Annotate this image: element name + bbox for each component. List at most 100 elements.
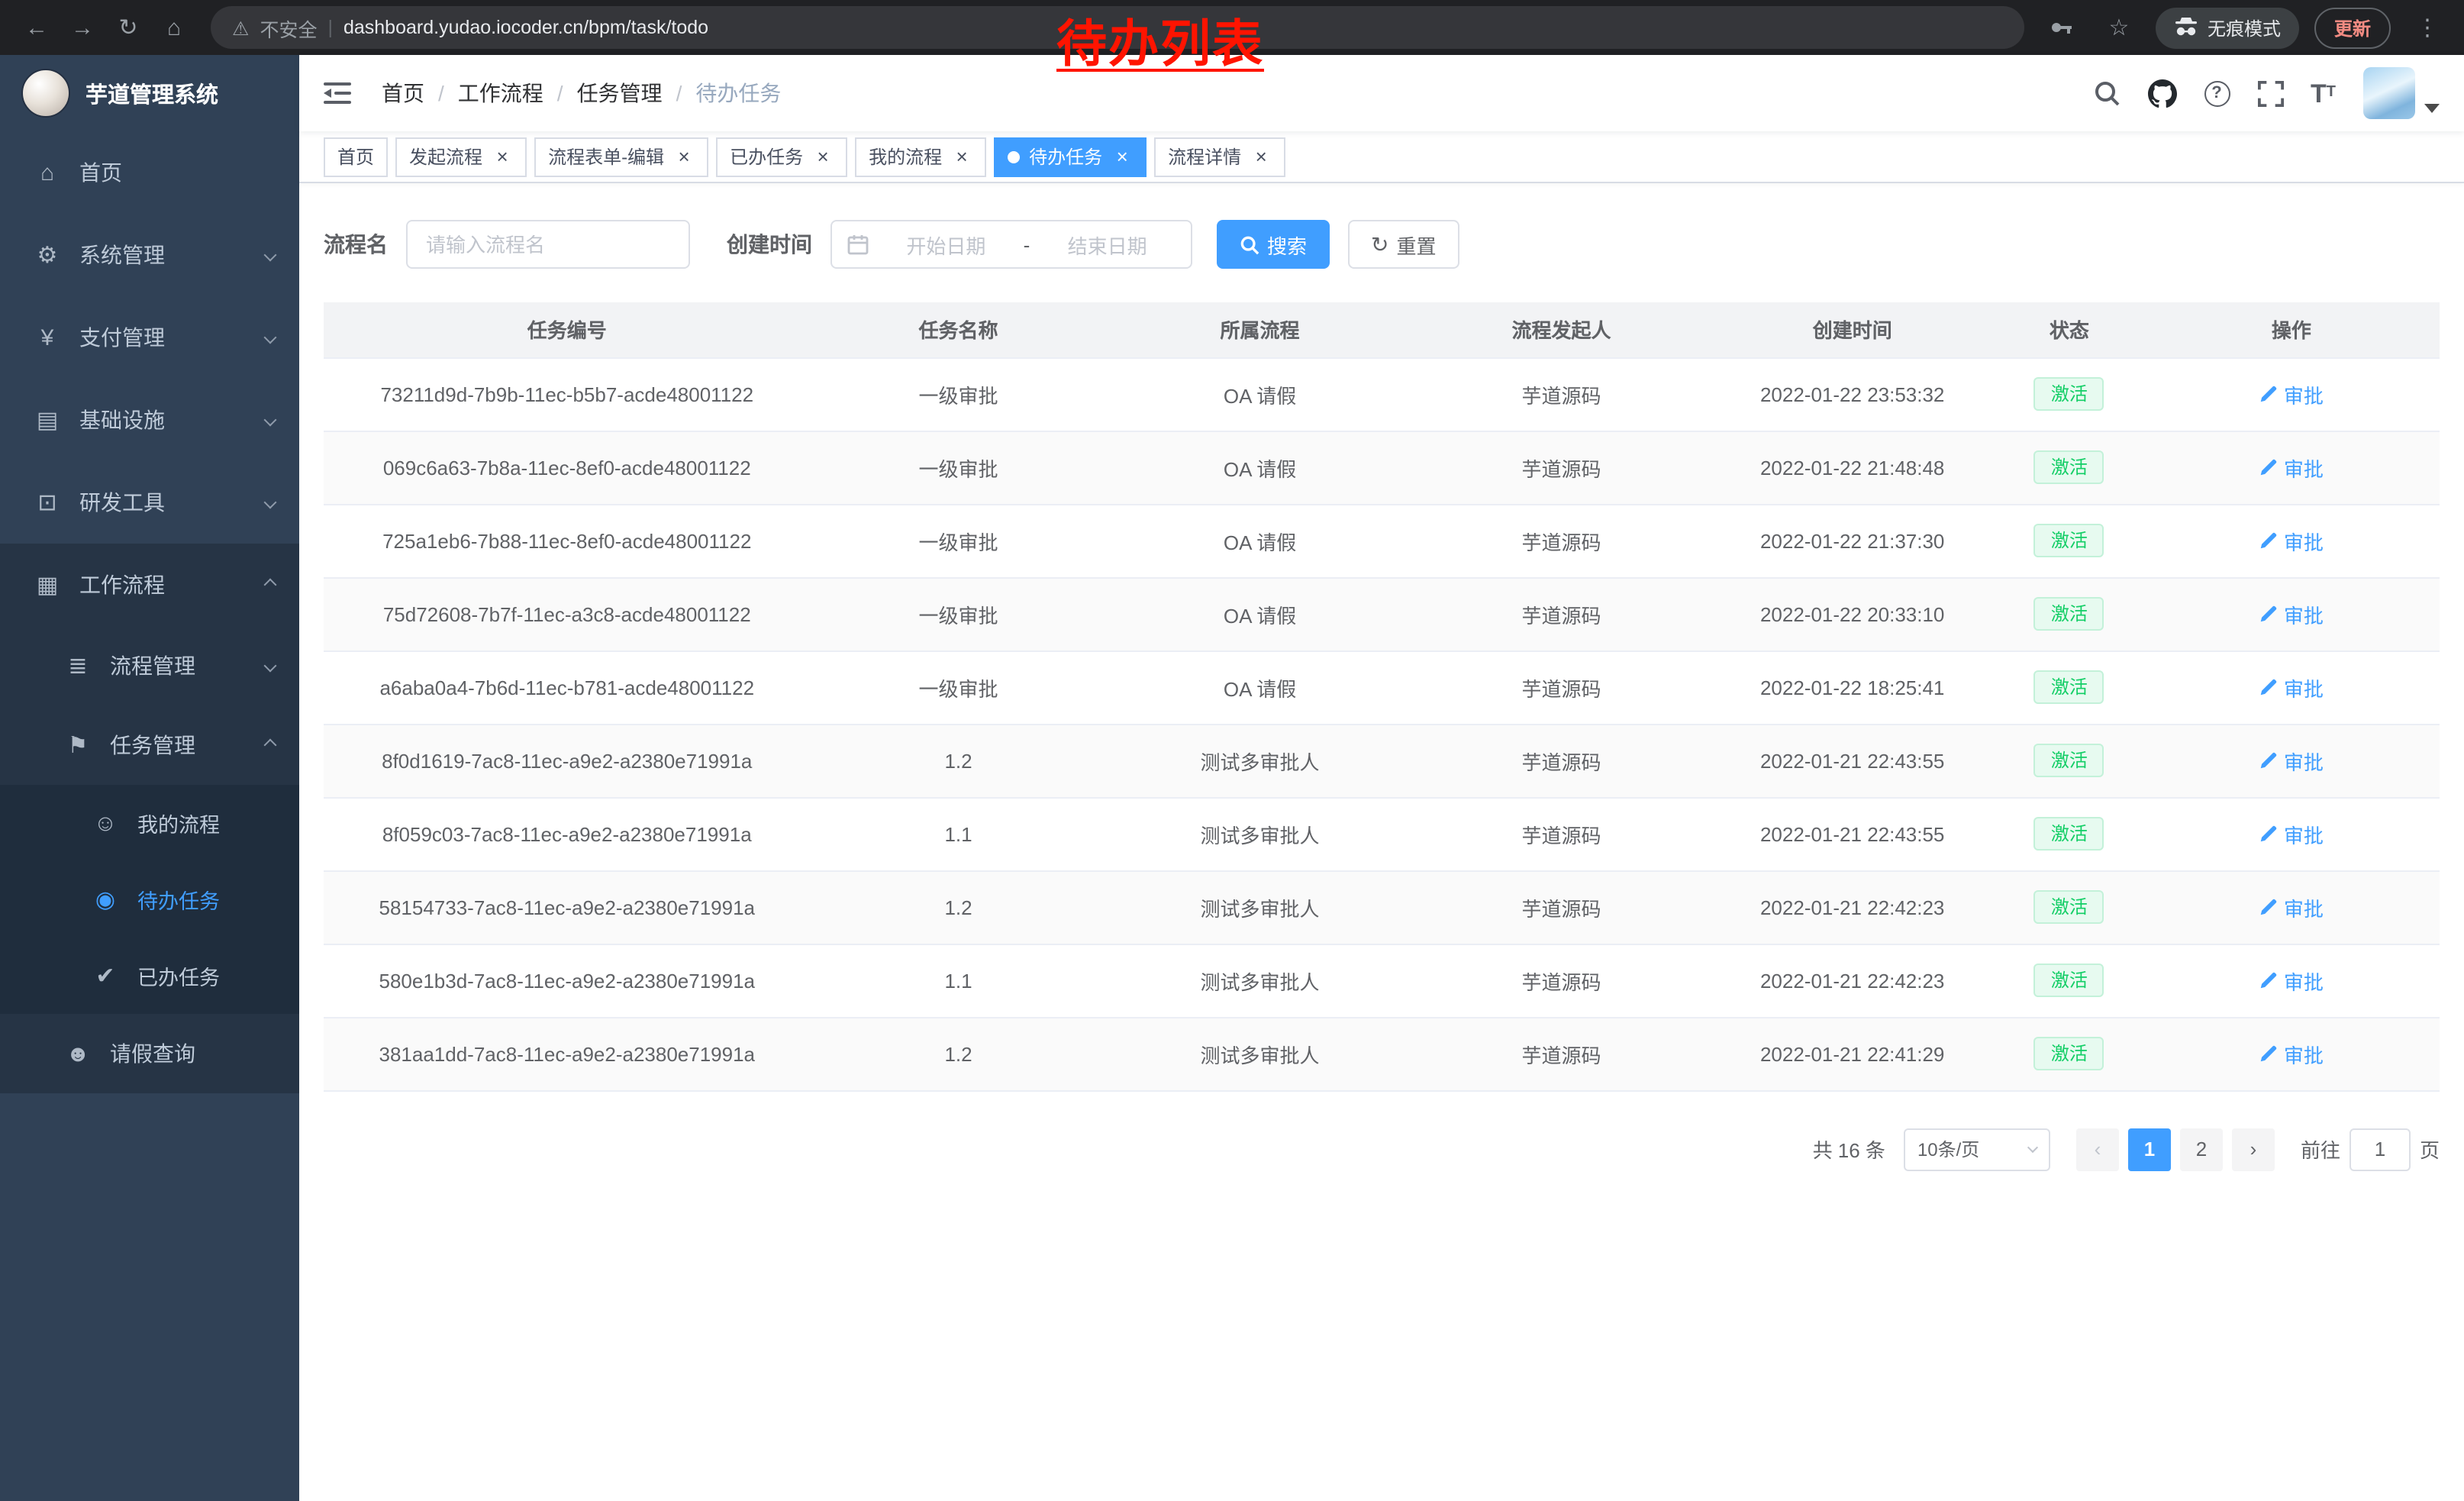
created-cell: 2022-01-21 22:43:55 [1710, 724, 1995, 797]
logo[interactable]: 芋道管理系统 [0, 55, 299, 131]
action-cell: 审批 [2143, 357, 2440, 431]
sidebar-item-label: 基础设施 [79, 405, 165, 435]
sidebar-item-payment[interactable]: ¥支付管理 [0, 296, 299, 379]
tab-done-task[interactable]: 已办任务× [716, 137, 847, 176]
sidebar-item-my-process[interactable]: ☺我的流程 [0, 785, 299, 861]
star-icon[interactable]: ☆ [2098, 6, 2140, 49]
status-cell: 激活 [1995, 431, 2143, 504]
key-icon[interactable] [2040, 6, 2082, 49]
home-icon[interactable]: ⌂ [153, 6, 195, 49]
approve-label: 审批 [2284, 893, 2324, 922]
sidebar-item-process-mgmt[interactable]: ≣流程管理 [0, 626, 299, 705]
tab-todo-task[interactable]: 待办任务× [994, 137, 1147, 176]
tools-icon: ⊡ [34, 489, 61, 516]
process-cell: OA 请假 [1107, 504, 1414, 577]
date-range-picker[interactable]: 开始日期 - 结束日期 [830, 220, 1192, 269]
fullscreen-icon[interactable] [2257, 80, 2283, 106]
tab-close-icon[interactable]: × [673, 146, 695, 167]
menu-dots-icon[interactable]: ⋮ [2406, 6, 2449, 49]
edit-icon [2259, 385, 2278, 403]
prev-page-button[interactable]: ‹ [2076, 1128, 2119, 1170]
sidebar-item-todo-task[interactable]: ◉待办任务 [0, 861, 299, 938]
approve-link[interactable]: 审批 [2259, 673, 2324, 702]
status-cell: 激活 [1995, 870, 2143, 944]
goto-page-input[interactable] [2350, 1128, 2411, 1170]
tab-process-detail[interactable]: 流程详情 × [1154, 137, 1285, 176]
main-area: 首页/工作流程/任务管理/待办任务 ? T [299, 55, 2464, 1501]
process-name-input[interactable] [406, 220, 690, 269]
approve-link[interactable]: 审批 [2259, 819, 2324, 848]
tab-close-icon[interactable]: × [812, 146, 834, 167]
sidebar-item-workflow[interactable]: ▦工作流程 [0, 544, 299, 626]
breadcrumb-item[interactable]: 任务管理 [577, 78, 663, 108]
sidebar-item-label: 研发工具 [79, 487, 165, 518]
status-badge: 激活 [2034, 744, 2104, 778]
tab-home[interactable]: 首页 [324, 137, 388, 176]
sidebar-fold-icon[interactable] [324, 81, 357, 105]
page-size-select[interactable]: 10条/页 [1904, 1128, 2050, 1170]
process-cell: OA 请假 [1107, 431, 1414, 504]
sidebar-item-label: 待办任务 [137, 884, 220, 915]
logo-title: 芋道管理系统 [85, 77, 218, 109]
sidebar-item-task-mgmt[interactable]: ⚑任务管理 [0, 705, 299, 785]
status-cell: 激活 [1995, 1017, 2143, 1090]
sidebar-item-leave-query[interactable]: ☻请假查询 [0, 1014, 299, 1093]
approve-link[interactable]: 审批 [2259, 379, 2324, 408]
tab-my-process[interactable]: 我的流程× [855, 137, 986, 176]
user-avatar[interactable] [2363, 67, 2415, 119]
breadcrumb-item[interactable]: 工作流程 [458, 78, 543, 108]
approve-link[interactable]: 审批 [2259, 893, 2324, 922]
edit-icon [2259, 825, 2278, 843]
sidebar-item-infrastructure[interactable]: ▤基础设施 [0, 379, 299, 461]
approve-link[interactable]: 审批 [2259, 453, 2324, 482]
tab-close-icon[interactable]: × [1250, 146, 1272, 167]
approve-link[interactable]: 审批 [2259, 1039, 2324, 1068]
end-date-placeholder[interactable]: 结束日期 [1039, 230, 1176, 259]
back-icon[interactable]: ← [15, 6, 58, 49]
topbar-right: ? T [2092, 67, 2440, 119]
github-icon[interactable] [2147, 79, 2176, 108]
approve-label: 审批 [2284, 746, 2324, 775]
tab-form-edit[interactable]: 流程表单-编辑 × [534, 137, 708, 176]
tab-close-icon[interactable]: × [492, 146, 513, 167]
update-button[interactable]: 更新 [2314, 7, 2391, 48]
approve-link[interactable]: 审批 [2259, 599, 2324, 628]
sidebar-item-home[interactable]: ⌂首页 [0, 131, 299, 214]
search-icon[interactable] [2092, 79, 2120, 107]
sidebar-item-devtools[interactable]: ⊡ 研发工具 [0, 461, 299, 544]
security-label[interactable]: 不安全 [260, 13, 317, 42]
forward-icon[interactable]: → [61, 6, 104, 49]
action-cell: 审批 [2143, 797, 2440, 870]
search-button[interactable]: 搜索 [1217, 220, 1330, 269]
font-size-icon[interactable]: T [2311, 80, 2336, 106]
sidebar-item-done-task[interactable]: ✔已办任务 [0, 938, 299, 1014]
initiator-cell: 芋道源码 [1414, 577, 1710, 650]
tab-close-icon[interactable]: × [951, 146, 972, 167]
calendar-icon [847, 234, 869, 255]
tab-label: 流程详情 [1168, 144, 1241, 169]
task-name-cell: 1.2 [811, 1017, 1107, 1090]
help-icon[interactable]: ? [2204, 80, 2230, 106]
start-date-placeholder[interactable]: 开始日期 [878, 230, 1014, 259]
reset-button[interactable]: ↻ 重置 [1348, 220, 1459, 269]
approve-link[interactable]: 审批 [2259, 966, 2324, 995]
page-button-2[interactable]: 2 [2180, 1128, 2223, 1170]
incognito-badge: 无痕模式 [2156, 7, 2299, 48]
created-cell: 2022-01-22 23:53:32 [1710, 357, 1995, 431]
next-page-button[interactable]: › [2232, 1128, 2275, 1170]
sidebar-item-system[interactable]: ⚙系统管理 [0, 214, 299, 296]
process-cell: 测试多审批人 [1107, 724, 1414, 797]
approve-label: 审批 [2284, 819, 2324, 848]
approve-link[interactable]: 审批 [2259, 746, 2324, 775]
status-badge: 激活 [2034, 1037, 2104, 1071]
tab-close-icon[interactable]: × [1111, 146, 1133, 167]
approve-link[interactable]: 审批 [2259, 526, 2324, 555]
process-icon: ≣ [64, 652, 92, 679]
tab-label: 流程表单-编辑 [548, 144, 664, 169]
reload-icon[interactable]: ↻ [107, 6, 150, 49]
user-menu[interactable] [2363, 67, 2440, 119]
page-button-1[interactable]: 1 [2128, 1128, 2171, 1170]
breadcrumb-item[interactable]: 首页 [382, 78, 424, 108]
edit-icon [2259, 678, 2278, 696]
tab-create-process[interactable]: 发起流程× [395, 137, 527, 176]
